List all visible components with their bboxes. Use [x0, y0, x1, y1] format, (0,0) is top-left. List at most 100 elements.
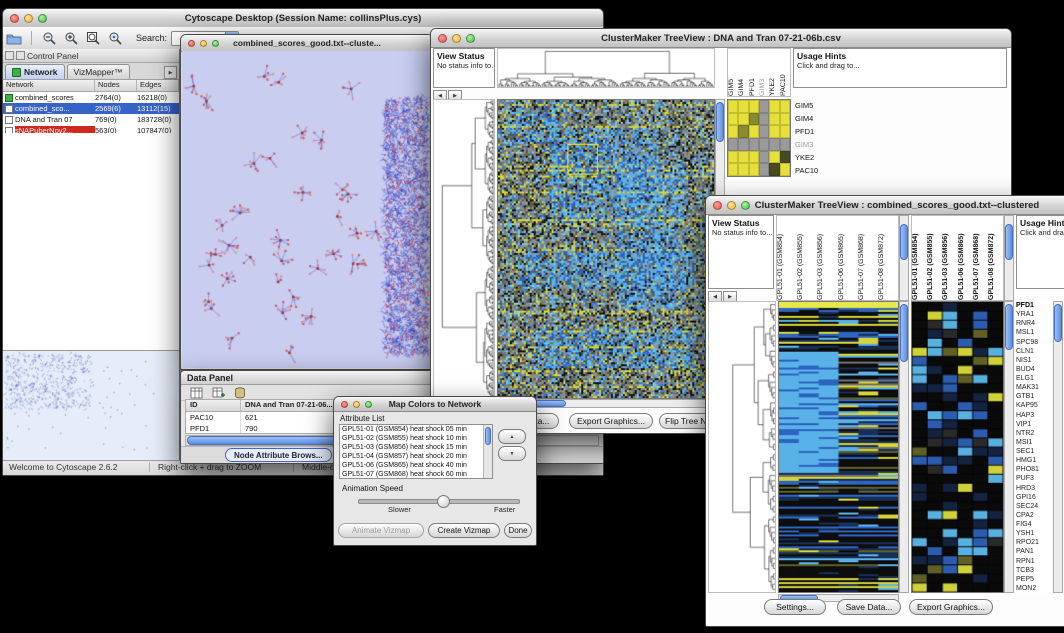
attribute-list[interactable]: GPL51-01 (GSM854) heat shock 05 minGPL51… — [339, 424, 493, 479]
scrollbar-thumb[interactable] — [1005, 224, 1013, 260]
gene-label[interactable]: PAN1 — [1016, 547, 1052, 556]
heatmap-cell — [738, 138, 748, 151]
close-panel-icon[interactable] — [16, 51, 25, 60]
gene-label[interactable]: SEC24 — [1016, 502, 1052, 511]
scrollbar-thumb[interactable] — [1054, 304, 1062, 342]
attribute-list-item[interactable]: GPL51-02 (GSM855) heat shock 10 min — [340, 434, 492, 443]
gene-label[interactable]: KAP95 — [1016, 401, 1052, 410]
settings-button[interactable]: Settings... — [764, 599, 826, 615]
main-titlebar[interactable]: Cytoscape Desktop (Session Name: collins… — [3, 9, 603, 28]
attribute-list-item[interactable]: GPL51-06 (GSM865) heat shock 40 min — [340, 461, 492, 470]
network-table-row[interactable]: combined_scores2764(0)16218(0) — [3, 92, 179, 103]
labels-vscrollbar[interactable] — [1004, 215, 1014, 301]
export-graphics-button[interactable]: Export Graphics... — [569, 413, 653, 429]
scrollbar-thumb[interactable] — [900, 304, 908, 362]
network-view-titlebar[interactable]: combined_scores_good.txt--cluste... — [181, 35, 433, 52]
gene-label[interactable]: TCB3 — [1016, 566, 1052, 575]
scrollbar-thumb[interactable] — [716, 102, 724, 142]
dialog-titlebar[interactable]: Map Colors to Network — [334, 397, 536, 412]
node-attribute-browser-tab[interactable]: Node Attribute Brows... — [225, 448, 332, 462]
gene-label[interactable]: SEC1 — [1016, 447, 1052, 456]
heatmap-cell — [759, 151, 769, 164]
gene-label[interactable]: HAP3 — [1016, 411, 1052, 420]
gene-label[interactable]: CPA2 — [1016, 511, 1052, 520]
attribute-list-item[interactable]: GPL51-03 (GSM856) heat shock 15 min — [340, 443, 492, 452]
zoom-out-icon[interactable] — [40, 30, 58, 46]
done-button[interactable]: Done — [504, 523, 532, 538]
gene-label[interactable]: PUF3 — [1016, 474, 1052, 483]
gene-label[interactable]: VIP1 — [1016, 420, 1052, 429]
gene-label[interactable]: CLN1 — [1016, 347, 1052, 356]
attribute-list-item[interactable]: GPL51-01 (GSM854) heat shock 05 min — [340, 425, 492, 434]
animation-speed-slider[interactable] — [358, 499, 520, 504]
global-heatmap-canvas[interactable] — [497, 99, 715, 399]
tab-network[interactable]: Network — [5, 64, 65, 79]
list-vscrollbar[interactable] — [483, 425, 492, 478]
gene-label[interactable]: PFD1 — [1016, 301, 1052, 310]
column-label: PAC10 — [780, 49, 790, 96]
zoom-vscrollbar[interactable] — [1004, 301, 1014, 593]
gene-label[interactable]: NTR2 — [1016, 429, 1052, 438]
gene-label[interactable]: YSH1 — [1016, 529, 1052, 538]
gene-label[interactable]: FIG4 — [1016, 520, 1052, 529]
network-table-row[interactable]: combined_sco...2569(6)13112(15) — [3, 103, 179, 114]
save-data-button[interactable]: Save Data... — [837, 599, 901, 615]
tab-overflow-icon[interactable]: ▶ — [164, 66, 177, 79]
gene-label[interactable]: NIS1 — [1016, 356, 1052, 365]
network-overview-canvas[interactable] — [3, 350, 179, 461]
zoom-in-icon[interactable] — [62, 30, 80, 46]
attribute-list-item[interactable]: GPL51-04 (GSM857) heat shock 20 min — [340, 452, 492, 461]
network-tree-empty-area — [3, 133, 179, 351]
zoom-heatmap[interactable] — [727, 99, 791, 177]
column-header-nodes[interactable]: Nodes — [95, 80, 137, 91]
gene-label[interactable]: HMG1 — [1016, 456, 1052, 465]
create-vizmap-button[interactable]: Create Vizmap — [428, 523, 500, 538]
scrollbar-thumb[interactable] — [900, 224, 908, 260]
dialog-title: Map Colors to Network — [334, 397, 536, 411]
column-header-network[interactable]: Network — [3, 80, 95, 91]
gene-label[interactable]: MSL1 — [1016, 328, 1052, 337]
gene-label[interactable]: RNR4 — [1016, 319, 1052, 328]
move-down-button[interactable]: ▼ — [498, 446, 526, 461]
row-dendrogram-canvas[interactable] — [433, 99, 495, 399]
gene-label[interactable]: MON2 — [1016, 584, 1052, 593]
export-graphics-button[interactable]: Export Graphics... — [909, 599, 993, 615]
labels-vscrollbar[interactable] — [899, 215, 909, 301]
scrollbar-thumb[interactable] — [1005, 304, 1013, 350]
gene-list-vscrollbar[interactable] — [1053, 301, 1063, 593]
gene-label[interactable]: ELG1 — [1016, 374, 1052, 383]
zoom-heatmap-canvas[interactable] — [911, 301, 1004, 593]
gene-label[interactable]: RPO21 — [1016, 538, 1052, 547]
move-up-button[interactable]: ▲ — [498, 429, 526, 444]
gene-label[interactable]: SPC98 — [1016, 338, 1052, 347]
animate-vizmap-button[interactable]: Animate Vizmap — [338, 523, 424, 538]
column-dendrogram-canvas[interactable] — [497, 48, 715, 88]
gene-label[interactable]: MAK31 — [1016, 383, 1052, 392]
tab-vizmapper[interactable]: VizMapper™ — [67, 64, 130, 79]
network-graph-canvas[interactable] — [182, 51, 432, 368]
column-header-id[interactable]: ID — [186, 400, 241, 411]
gene-label[interactable]: YRA1 — [1016, 310, 1052, 319]
gene-label[interactable]: GTB1 — [1016, 392, 1052, 401]
treeview-combined-titlebar[interactable]: ClusterMaker TreeView : combined_scores_… — [706, 196, 1064, 215]
gene-label[interactable]: PEP5 — [1016, 575, 1052, 584]
scrollbar-thumb[interactable] — [485, 427, 491, 445]
float-panel-icon[interactable] — [5, 51, 14, 60]
gene-label[interactable]: GPI16 — [1016, 493, 1052, 502]
heatmap-vscrollbar[interactable] — [899, 301, 909, 593]
column-header-edges[interactable]: Edges — [137, 80, 179, 91]
gene-label[interactable]: MSI1 — [1016, 438, 1052, 447]
gene-label[interactable]: BUD4 — [1016, 365, 1052, 374]
open-session-icon[interactable] — [5, 30, 23, 46]
global-heatmap-canvas[interactable] — [778, 301, 899, 593]
gene-label[interactable]: RPN1 — [1016, 557, 1052, 566]
zoom-selected-icon[interactable] — [106, 30, 124, 46]
network-table-row[interactable]: DNA and Tran 07769(0)183728(0) — [3, 114, 179, 125]
row-dendrogram-canvas[interactable] — [708, 301, 776, 593]
slider-thumb[interactable] — [437, 495, 450, 508]
attribute-list-item[interactable]: GPL51-07 (GSM868) heat shock 60 min — [340, 470, 492, 479]
treeview-dna-titlebar[interactable]: ClusterMaker TreeView : DNA and Tran 07-… — [431, 29, 1011, 48]
gene-label[interactable]: HRD3 — [1016, 484, 1052, 493]
zoom-fit-icon[interactable] — [84, 30, 102, 46]
gene-label[interactable]: PHO81 — [1016, 465, 1052, 474]
